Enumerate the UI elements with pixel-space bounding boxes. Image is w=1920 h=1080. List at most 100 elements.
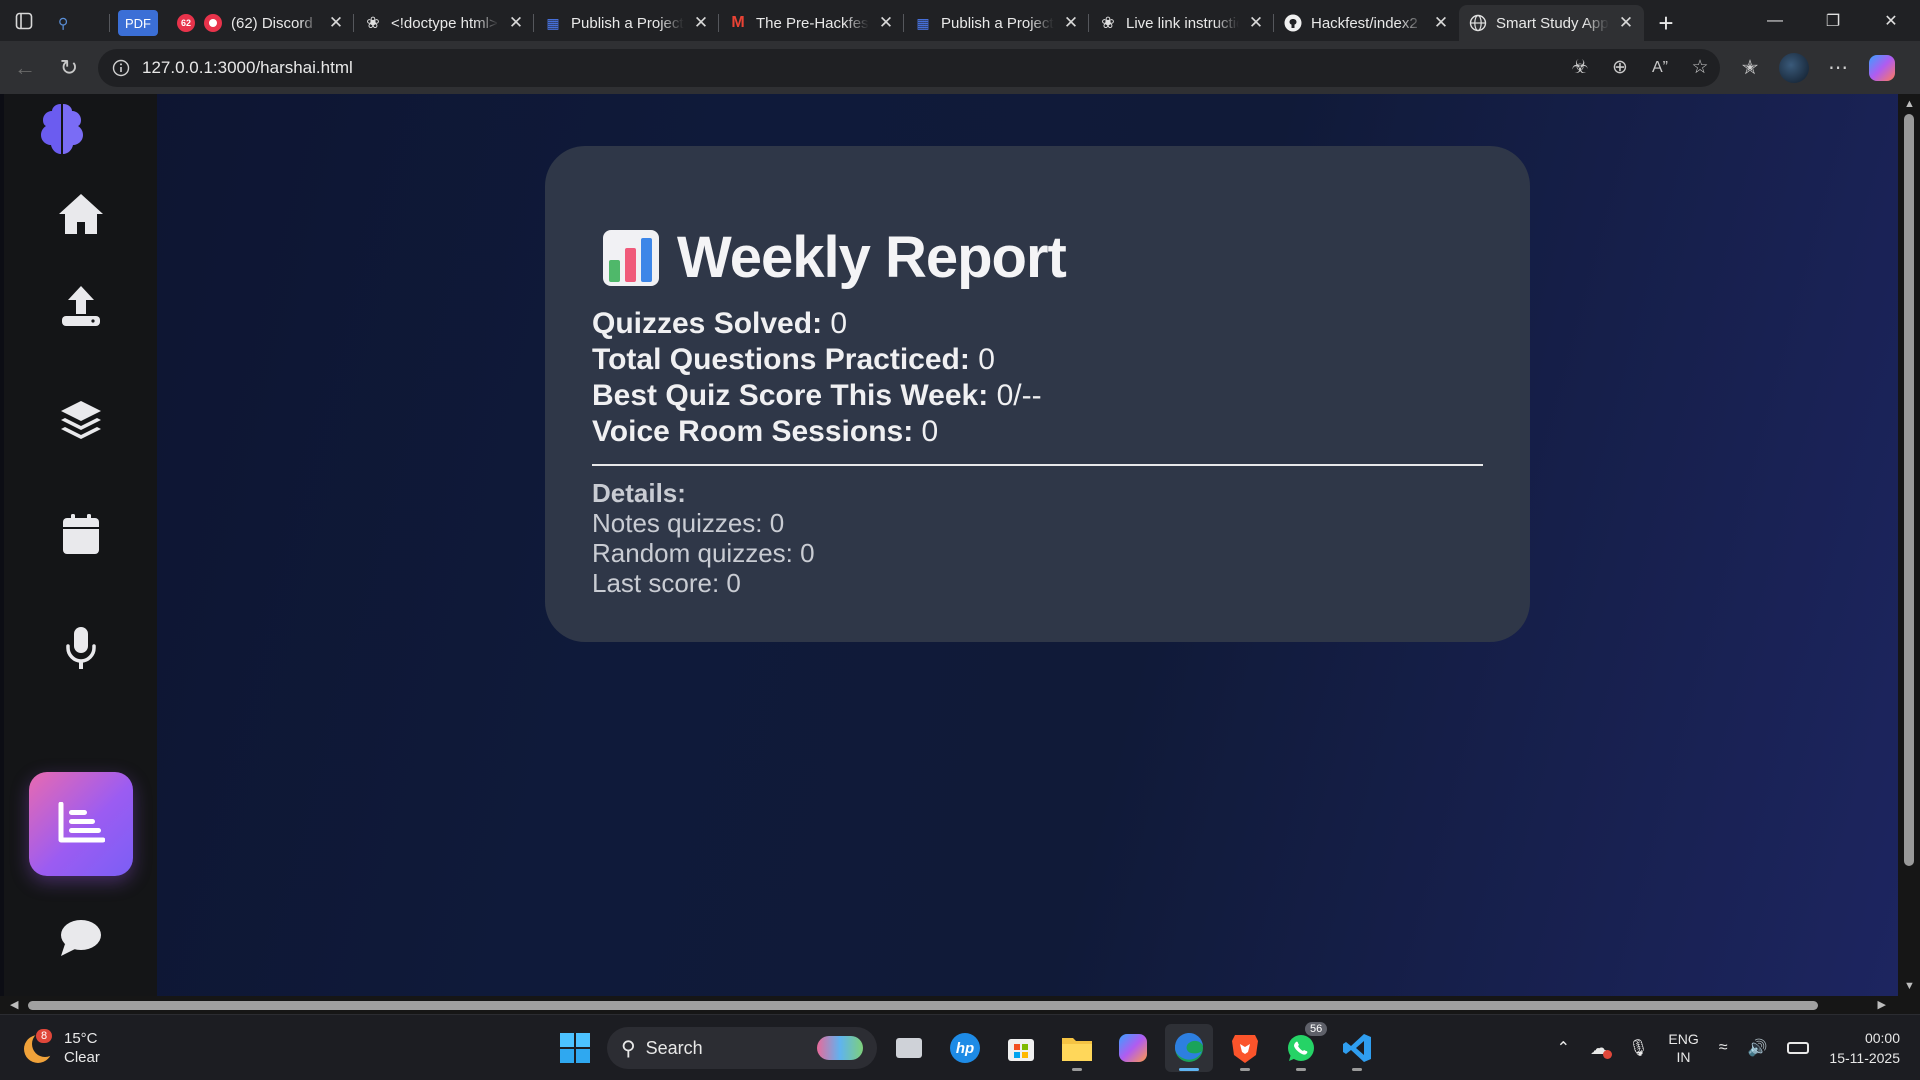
moon-icon: 8 <box>22 1029 58 1065</box>
search-label: Search <box>645 1037 703 1058</box>
report-stats: Quizzes Solved: 0 Total Questions Practi… <box>592 306 1042 450</box>
more-options-icon[interactable]: ⋯ <box>1818 49 1858 87</box>
close-tab-icon[interactable]: ✕ <box>328 13 344 33</box>
report-header: Weekly Report <box>601 224 1067 291</box>
sidebar-item-home[interactable] <box>29 162 133 266</box>
scroll-up-arrow-icon[interactable]: ▲ <box>1904 98 1915 110</box>
whatsapp-app-button[interactable]: 56 <box>1277 1022 1328 1072</box>
store-app-button[interactable] <box>997 1024 1045 1072</box>
weather-badge: 8 <box>36 1029 53 1043</box>
tab-search[interactable]: ⚲ <box>48 6 110 40</box>
detail-random-quizzes: Random quizzes: 0 <box>592 538 815 568</box>
stat-best-score: Best Quiz Score This Week: 0/-- <box>592 378 1042 414</box>
tab-publish-1[interactable]: ▦ Publish a Project ✕ <box>534 6 719 40</box>
tab-pdf[interactable]: PDF <box>110 6 167 40</box>
vscode-app-button[interactable] <box>1333 1024 1381 1072</box>
tab-actions-button[interactable] <box>0 0 48 41</box>
url-text[interactable]: 127.0.0.1:3000/harshai.html <box>142 58 1560 78</box>
close-tab-icon[interactable]: ✕ <box>1248 13 1264 33</box>
tab-title: Hackfest/index2 <box>1311 14 1418 32</box>
brain-logo-icon[interactable] <box>34 100 90 160</box>
weather-widget[interactable]: 8 15°C Clear <box>22 1029 100 1067</box>
favorite-star-icon[interactable]: ☆ <box>1680 56 1720 79</box>
address-bar[interactable]: 127.0.0.1:3000/harshai.html ☣ ⊕ A” ☆ <box>98 48 1720 87</box>
minimize-button[interactable]: — <box>1746 0 1804 41</box>
horizontal-scrollbar[interactable]: ◀ ▶ <box>0 996 1920 1014</box>
taskbar-search[interactable]: ⚲ Search <box>607 1027 877 1069</box>
brave-app-button[interactable] <box>1221 1024 1269 1072</box>
horizontal-scroll-thumb[interactable] <box>28 1001 1818 1010</box>
restore-button[interactable]: ❐ <box>1804 0 1862 41</box>
close-tab-icon[interactable]: ✕ <box>878 13 894 33</box>
windows-logo-icon <box>560 1033 590 1063</box>
edge-icon <box>1174 1032 1203 1062</box>
task-view-button[interactable] <box>885 1024 933 1072</box>
vertical-scroll-thumb[interactable] <box>1904 114 1914 866</box>
sidebar-item-chat[interactable] <box>29 886 133 990</box>
copilot-icon[interactable] <box>1862 49 1902 87</box>
battery-icon[interactable] <box>1787 1042 1810 1054</box>
tab-title: Publish a Project <box>571 14 684 32</box>
wifi-icon[interactable]: ≈ <box>1719 1039 1728 1057</box>
clock[interactable]: 00:00 15-11-2025 <box>1829 1028 1900 1068</box>
new-tab-button[interactable]: + <box>1644 6 1688 40</box>
tab-smart-study[interactable]: Smart Study App ✕ <box>1459 5 1644 41</box>
back-button[interactable]: ← <box>6 49 44 87</box>
sidebar-item-flashcards[interactable] <box>29 368 133 472</box>
start-button[interactable] <box>551 1024 599 1072</box>
tab-gmail[interactable]: M The Pre-Hackfest ✕ <box>719 6 904 40</box>
recording-icon <box>204 14 222 32</box>
tab-publish-2[interactable]: ▦ Publish a Project ✕ <box>904 6 1089 40</box>
stat-label: Voice Room Sessions: <box>592 415 914 448</box>
vertical-scrollbar[interactable]: ▲ ▼ <box>1898 94 1920 996</box>
stat-total-questions: Total Questions Practiced: 0 <box>592 342 1042 378</box>
window-controls: — ❐ ✕ <box>1746 0 1920 41</box>
tab-title: (62) Discord <box>231 14 313 32</box>
microphone-tray-icon[interactable]: 🎙 <box>1628 1038 1648 1058</box>
close-tab-icon[interactable]: ✕ <box>1063 13 1079 33</box>
language-indicator[interactable]: ENG IN <box>1668 1030 1698 1066</box>
close-window-button[interactable]: ✕ <box>1862 0 1920 41</box>
profile-avatar[interactable] <box>1774 49 1814 87</box>
close-tab-icon[interactable]: ✕ <box>1433 13 1449 33</box>
close-tab-icon[interactable]: ✕ <box>508 13 524 33</box>
taskbar-apps: ⚲ Search hp 56 <box>551 1022 1381 1072</box>
onedrive-icon[interactable]: ☁ <box>1590 1038 1613 1059</box>
file-explorer-button[interactable] <box>1053 1024 1101 1072</box>
chart-icon <box>58 802 105 843</box>
show-hidden-icons-icon[interactable]: ⌃ <box>1557 1038 1570 1058</box>
site-info-icon[interactable] <box>112 59 130 77</box>
sidebar-item-calendar[interactable] <box>29 482 133 586</box>
favorites-icon[interactable]: ✭ <box>1730 49 1770 87</box>
hp-app-button[interactable]: hp <box>941 1024 989 1072</box>
devpost-icon: ▦ <box>546 14 560 31</box>
tab-doctype[interactable]: ❀ <!doctype html> ✕ <box>354 6 534 40</box>
close-tab-icon[interactable]: ✕ <box>693 13 709 33</box>
tab-discord[interactable]: 62 (62) Discord ✕ <box>167 6 354 40</box>
openai-icon: ❀ <box>366 15 380 32</box>
stat-voice-sessions: Voice Room Sessions: 0 <box>592 414 1042 450</box>
upload-icon <box>62 286 100 326</box>
close-tab-icon[interactable]: ✕ <box>1618 13 1634 33</box>
scroll-down-arrow-icon[interactable]: ▼ <box>1904 980 1915 992</box>
sidebar-item-upload[interactable] <box>29 254 133 358</box>
translate-icon[interactable]: ☣ <box>1560 56 1600 79</box>
clock-date: 15-11-2025 <box>1829 1050 1900 1066</box>
copilot-app-button[interactable] <box>1109 1024 1157 1072</box>
read-aloud-icon[interactable]: A” <box>1640 59 1680 77</box>
stat-label: Quizzes Solved: <box>592 307 823 340</box>
reload-button[interactable]: ↻ <box>50 49 88 87</box>
language-code: ENG <box>1668 1031 1699 1047</box>
zoom-icon[interactable]: ⊕ <box>1600 56 1640 79</box>
detail-notes-quizzes: Notes quizzes: 0 <box>592 508 785 538</box>
volume-icon[interactable]: 🔊 <box>1748 1038 1768 1058</box>
store-icon <box>1008 1039 1034 1061</box>
tab-live-link[interactable]: ❀ Live link instructions ✕ <box>1089 6 1274 40</box>
home-icon <box>59 194 103 234</box>
sidebar-item-report[interactable] <box>29 772 133 876</box>
sidebar-item-voice-room[interactable] <box>29 596 133 700</box>
edge-app-button[interactable] <box>1165 1024 1213 1072</box>
tab-github[interactable]: Hackfest/index2 ✕ <box>1274 6 1459 40</box>
scroll-right-arrow-icon[interactable]: ▶ <box>1878 998 1886 1011</box>
scroll-left-arrow-icon[interactable]: ◀ <box>10 998 18 1011</box>
